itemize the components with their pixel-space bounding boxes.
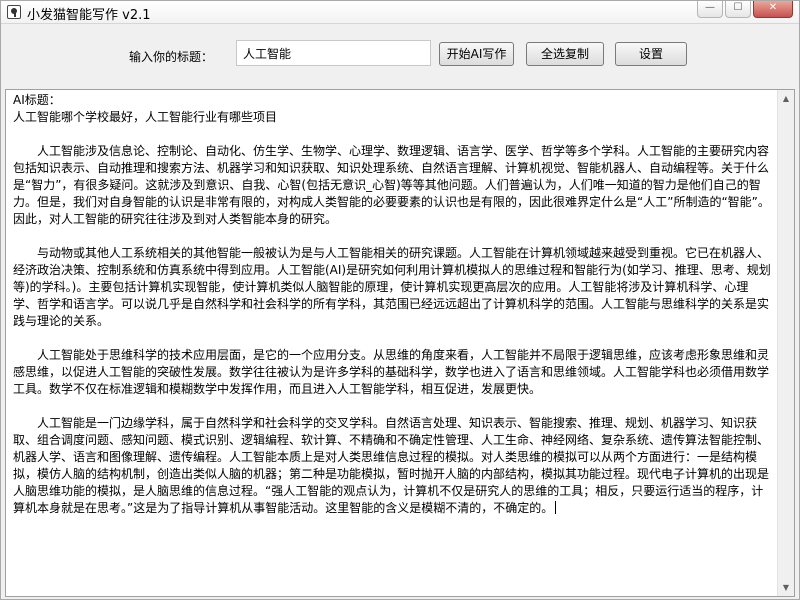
article-paragraph-4-text: 人工智能是一门边缘学科，属于自然科学和社会科学的交叉学科。自然语言处理、知识表示…	[13, 416, 770, 515]
select-all-copy-button[interactable]: 全选复制	[526, 42, 604, 66]
minimize-button[interactable]: —	[697, 1, 723, 18]
text-cursor	[555, 501, 557, 514]
ai-title-heading: AI标题：	[13, 93, 61, 107]
maximize-button[interactable]: ☐	[725, 1, 751, 18]
article-paragraph-4: 人工智能是一门边缘学科，属于自然科学和社会科学的交叉学科。自然语言处理、知识表示…	[13, 415, 772, 517]
window-controls: — ☐ ✕	[695, 1, 793, 21]
maximize-icon: ☐	[733, 2, 743, 13]
close-button[interactable]: ✕	[753, 1, 793, 18]
article-title: 人工智能哪个学校最好，人工智能行业有哪些项目	[13, 110, 278, 124]
scroll-up-icon[interactable]: ▲	[778, 90, 794, 107]
article-output-area[interactable]: AI标题： 人工智能哪个学校最好，人工智能行业有哪些项目 人工智能涉及信息论、控…	[5, 89, 795, 597]
title-input-label: 输入你的标题：	[129, 50, 214, 64]
settings-button[interactable]: 设置	[615, 42, 687, 66]
window-title: 小发猫智能写作 v2.1	[27, 8, 151, 23]
article-paragraph-2: 与动物或其他人工系统相关的其他智能一般被认为是与人工智能相关的研究课题。人工智能…	[13, 246, 771, 328]
scroll-down-icon[interactable]: ▼	[778, 579, 794, 596]
start-ai-writing-button[interactable]: 开始AI写作	[439, 42, 514, 66]
vertical-scrollbar[interactable]: ▲ ▼	[777, 90, 794, 596]
article-paragraph-1: 人工智能涉及信息论、控制论、自动化、仿生学、生物学、心理学、数理逻辑、语言学、医…	[13, 144, 770, 226]
close-icon: ✕	[768, 2, 778, 13]
app-logo-icon	[7, 5, 21, 19]
title-bar[interactable]: 小发猫智能写作 v2.1 — ☐ ✕	[1, 1, 799, 24]
article-paragraph-3: 人工智能处于思维科学的技术应用层面，是它的一个应用分支。从思维的角度来看，人工智…	[13, 348, 770, 396]
toolbar: 输入你的标题： 开始AI写作 全选复制 设置	[1, 24, 799, 86]
minimize-icon: —	[705, 2, 715, 13]
app-window: 小发猫智能写作 v2.1 — ☐ ✕ 输入你的标题： 开始AI写作 全选复制 设…	[0, 0, 800, 600]
article-text[interactable]: AI标题： 人工智能哪个学校最好，人工智能行业有哪些项目 人工智能涉及信息论、控…	[6, 90, 778, 596]
title-input[interactable]	[236, 40, 431, 66]
